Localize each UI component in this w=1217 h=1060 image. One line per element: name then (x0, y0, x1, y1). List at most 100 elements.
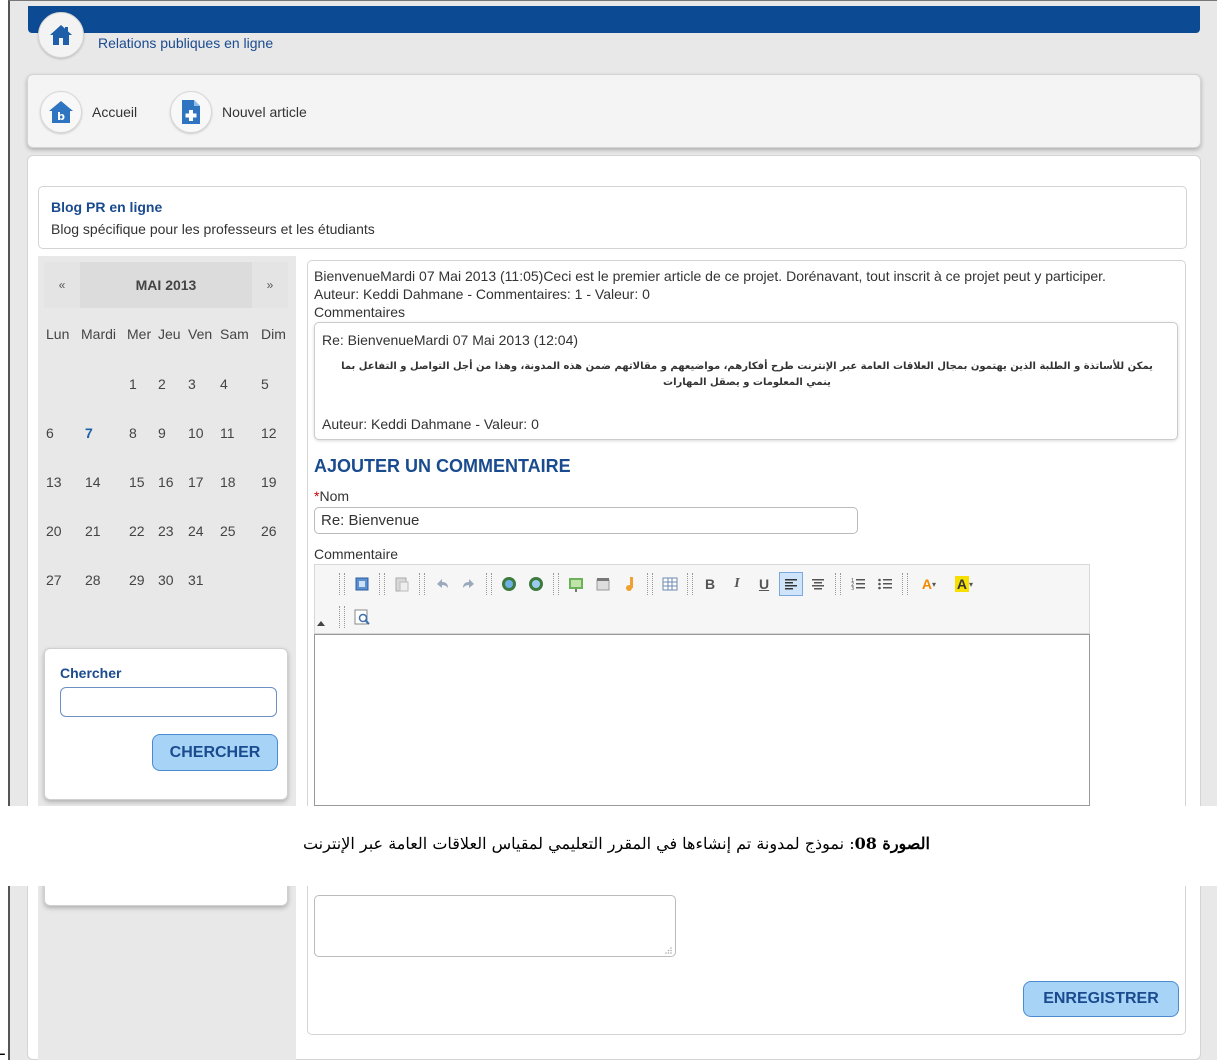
calendar-day-link[interactable]: 7 (85, 425, 93, 441)
bullet-list-icon[interactable] (873, 572, 897, 596)
calendar-day-name: Ven (188, 326, 213, 342)
nav-new-article-label: Nouvel article (222, 104, 307, 120)
calendar-next-button[interactable]: » (252, 262, 288, 308)
redo-icon[interactable] (457, 572, 481, 596)
preview-icon[interactable] (350, 605, 374, 629)
align-left-icon[interactable] (779, 572, 803, 596)
save-button[interactable]: ENREGISTRER (1023, 981, 1179, 1017)
calendar-day: 6 (46, 425, 54, 441)
add-comment-heading: AJOUTER UN COMMENTAIRE (314, 456, 571, 476)
calendar-day: 13 (46, 474, 62, 490)
editor-toolbar: B I U 123 A ▾ A ▾ (314, 564, 1090, 634)
audio-icon[interactable] (618, 572, 642, 596)
calendar-prev-button[interactable]: « (44, 262, 80, 308)
toolbar-separator (647, 573, 653, 595)
calendar-day: 3 (188, 376, 196, 392)
calendar-day: 20 (46, 523, 62, 539)
calendar-month: MAI 2013 (80, 262, 252, 308)
search-label: Chercher (60, 665, 122, 681)
blog-title[interactable]: Blog PR en ligne (51, 199, 1174, 215)
search-input[interactable] (60, 687, 277, 717)
toolbar-separator (379, 573, 385, 595)
blog-header: Blog PR en ligne Blog spécifique pour le… (38, 186, 1187, 249)
blog-home-icon: b (40, 91, 82, 133)
toolbar-separator (687, 573, 693, 595)
calendar-day: 8 (129, 425, 137, 441)
search-button[interactable]: CHERCHER (152, 734, 278, 771)
blog-description: Blog spécifique pour les professeurs et … (51, 221, 375, 237)
calendar-day: 2 (158, 376, 166, 392)
align-center-icon[interactable] (806, 572, 830, 596)
home-button[interactable] (38, 12, 84, 58)
text-color-icon[interactable]: A ▾ (913, 572, 945, 596)
toolbar-separator (339, 606, 345, 628)
calendar-day: 14 (85, 474, 101, 490)
unlink-icon[interactable] (524, 572, 548, 596)
comment-label: Commentaire (314, 546, 399, 562)
link-icon[interactable] (497, 572, 521, 596)
post-summary: BienvenueMardi 07 Mai 2013 (11:05)Ceci e… (314, 268, 1106, 284)
underline-icon[interactable]: U (752, 572, 776, 596)
toolbar-separator (339, 573, 345, 595)
image-icon[interactable] (564, 572, 588, 596)
calendar-day: 17 (188, 474, 204, 490)
name-label-text: Nom (319, 488, 350, 504)
calendar-day: 11 (220, 425, 235, 441)
calendar-day: 29 (129, 572, 145, 588)
caption-label: الصورة 08 (854, 834, 930, 853)
toolbar-collapse-icon[interactable] (317, 621, 325, 626)
svg-text:b: b (57, 110, 65, 123)
svg-text:3: 3 (851, 586, 854, 591)
calendar-day: 16 (158, 474, 174, 490)
calendar-day: 28 (85, 572, 101, 588)
calendar-day: 31 (188, 572, 204, 588)
calendar-day: 15 (129, 474, 145, 490)
calendar-day: 19 (261, 474, 277, 490)
search-box: Chercher CHERCHER (44, 648, 288, 800)
nav-home-label: Accueil (92, 104, 138, 120)
site-title[interactable]: Relations publiques en ligne (98, 35, 273, 51)
comment-title: Re: BienvenueMardi 07 Mai 2013 (12:04) (322, 332, 579, 348)
calendar-day: 21 (85, 523, 101, 539)
nav-home[interactable]: b Accueil (40, 91, 137, 133)
flash-icon[interactable] (591, 572, 615, 596)
calendar-day: 24 (188, 523, 204, 539)
figure-caption: الصورة 08: نموذج لمدونة تم إنشاءها في ال… (0, 806, 1217, 886)
extra-textarea[interactable] (314, 895, 676, 957)
calendar-day-name: Dim (261, 326, 286, 342)
bg-color-icon[interactable]: A ▾ (948, 572, 980, 596)
calendar-day: 5 (261, 376, 269, 392)
home-icon (50, 25, 72, 45)
name-field[interactable]: Re: Bienvenue (314, 507, 858, 534)
calendar-day: 1 (129, 376, 137, 392)
italic-icon[interactable]: I (725, 572, 749, 596)
toolbar-separator (835, 573, 841, 595)
comment-author: Auteur: Keddi Dahmane - Valeur: 0 (322, 416, 539, 432)
paste-icon[interactable] (390, 572, 414, 596)
resize-handle-icon[interactable] (665, 946, 673, 954)
comment-body: يمكن للأساتذة و الطلبة الذين يهتمون بمجا… (341, 361, 1153, 388)
nav-new-article[interactable]: Nouvel article (170, 91, 307, 133)
calendar-day: 26 (261, 523, 277, 539)
calendar-day-name: Jeu (158, 326, 181, 342)
calendar-day: 4 (220, 376, 228, 392)
new-document-icon (170, 91, 212, 133)
caption-body: : نموذج لمدونة تم إنشاءها في المقرر التع… (302, 834, 855, 853)
calendar-day: 25 (220, 523, 236, 539)
toolbar-separator (553, 573, 559, 595)
undo-icon[interactable] (430, 572, 454, 596)
calendar-day: 18 (220, 474, 236, 490)
toolbar-separator (902, 573, 908, 595)
source-icon[interactable] (350, 572, 374, 596)
top-bar (28, 6, 1200, 33)
calendar-day-name: Mardi (81, 326, 117, 342)
numbered-list-icon[interactable]: 123 (846, 572, 870, 596)
comment-editor[interactable] (314, 634, 1090, 806)
comment-card: Re: BienvenueMardi 07 Mai 2013 (12:04) ي… (314, 322, 1178, 440)
calendar-day: 27 (46, 572, 62, 588)
calendar-header: « MAI 2013 » (44, 262, 288, 308)
toolbar-separator (419, 573, 425, 595)
calendar-day: 9 (158, 425, 166, 441)
table-icon[interactable] (658, 572, 682, 596)
bold-icon[interactable]: B (698, 572, 722, 596)
